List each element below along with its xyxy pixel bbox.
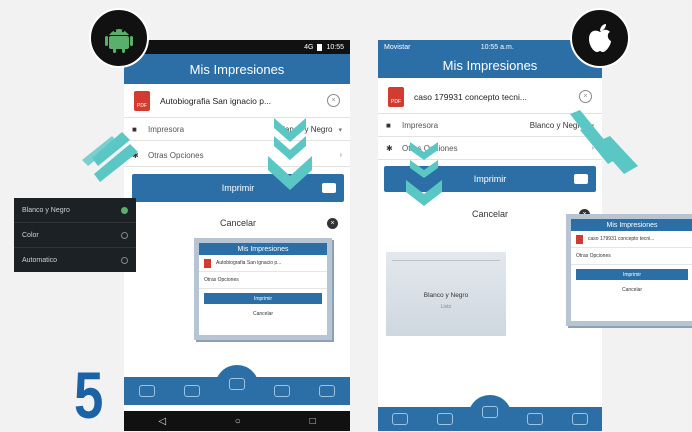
printer-label: Impresora xyxy=(402,121,439,130)
carrier-label: Movistar xyxy=(384,43,411,51)
home-icon[interactable] xyxy=(228,378,245,390)
layers-icon[interactable] xyxy=(392,413,409,425)
page-title: Mis Impresiones xyxy=(442,57,538,73)
radio-selected[interactable] xyxy=(121,206,128,214)
menu-item-label: Color xyxy=(22,231,39,239)
sheet-option[interactable]: Blanco y Negro xyxy=(386,292,506,299)
bell-icon[interactable] xyxy=(571,413,588,425)
mini-cancel-label: Cancelar xyxy=(252,311,273,317)
apple-logo-icon xyxy=(570,8,630,68)
mini-cancel-button: Cancelar xyxy=(571,284,692,296)
mini-document-row: caso 179931 concepto tecni... xyxy=(571,231,692,248)
printer-icon: ■ xyxy=(386,121,391,130)
remove-document-button[interactable]: × xyxy=(579,90,592,103)
mini-options-label: Otras Opciones xyxy=(204,277,239,283)
radio[interactable] xyxy=(121,231,128,239)
pdf-icon xyxy=(204,258,211,268)
status-time: 10:55 xyxy=(326,43,344,51)
back-icon[interactable]: ◁ xyxy=(158,416,166,427)
page-title: Mis Impresiones xyxy=(189,61,285,77)
bell-icon[interactable] xyxy=(319,385,336,397)
close-icon: × xyxy=(327,217,338,229)
battery-icon xyxy=(317,43,323,51)
layers-icon[interactable] xyxy=(138,385,155,397)
cancel-label: Cancelar xyxy=(471,209,509,219)
sheet-done[interactable]: Listo xyxy=(386,304,506,310)
android-status-bar: 4G 10:55 xyxy=(124,40,350,54)
menu-item-black-white[interactable]: Blanco y Negro xyxy=(14,198,136,223)
location-icon[interactable] xyxy=(437,413,454,425)
printer-label: Impresora xyxy=(148,125,185,134)
printer-icon xyxy=(322,183,336,193)
chevron-down-icon: ▾ xyxy=(338,126,342,134)
menu-item-label: Automatico xyxy=(22,256,58,264)
app-bar: Mis Impresiones xyxy=(124,54,350,84)
print-label: Imprimir xyxy=(221,183,255,193)
home-icon[interactable] xyxy=(481,406,498,418)
document-name: Autobiografia San ignacio p... xyxy=(160,95,272,106)
mini-document-name: Autobiografia San ignacio p... xyxy=(216,260,282,266)
sheet-handle xyxy=(392,260,500,261)
ios-mini-preview: Mis Impresiones caso 179931 concepto tec… xyxy=(566,214,692,326)
cancel-button[interactable]: Cancelar × xyxy=(132,212,344,234)
android-logo-icon xyxy=(89,8,149,68)
android-phone: 4G 10:55 Mis Impresiones PDF Autobiograf… xyxy=(124,40,350,431)
app-bar: Mis Impresiones xyxy=(378,52,602,78)
home-nav-icon[interactable]: ○ xyxy=(235,416,241,427)
print-label: Imprimir xyxy=(473,174,507,184)
pdf-icon: PDF xyxy=(134,90,150,111)
chevron-arrows-down xyxy=(268,118,312,190)
bottom-tab-bar xyxy=(124,377,350,405)
mini-options-row: Otras Opciones xyxy=(199,272,327,289)
stats-icon[interactable] xyxy=(274,385,291,397)
recents-icon[interactable]: □ xyxy=(310,416,316,427)
mini-options-row: Otras Opciones xyxy=(571,248,692,265)
radio[interactable] xyxy=(121,256,128,264)
mini-options-label: Otras Opciones xyxy=(576,253,611,259)
menu-item-color[interactable]: Color xyxy=(14,223,136,248)
mini-title: Mis Impresiones xyxy=(571,219,692,231)
mini-document-row: Autobiografia San ignacio p... xyxy=(199,255,327,272)
gear-icon: ✱ xyxy=(386,144,393,153)
mini-title: Mis Impresiones xyxy=(199,243,327,255)
android-nav-bar: ◁ ○ □ xyxy=(124,411,350,431)
ios-print-options-sheet: Blanco y Negro Listo xyxy=(386,252,506,336)
cancel-label: Cancelar xyxy=(219,218,257,228)
status-time: 10:55 a.m. xyxy=(480,43,514,51)
mini-print-button: Imprimir xyxy=(576,269,688,280)
android-mini-preview: Mis Impresiones Autobiografia San ignaci… xyxy=(194,238,332,340)
bottom-tab-bar xyxy=(378,406,602,431)
mini-print-label: Imprimir xyxy=(253,295,273,302)
mini-document-name: caso 179931 concepto tecni... xyxy=(588,236,655,242)
remove-document-button[interactable]: × xyxy=(327,94,340,107)
chevron-arrows-right xyxy=(570,110,638,174)
stats-icon[interactable] xyxy=(526,413,543,425)
step-number: 5 xyxy=(74,358,104,432)
mini-cancel-label: Cancelar xyxy=(621,287,642,293)
location-icon[interactable] xyxy=(183,385,200,397)
chevron-right-icon: › xyxy=(339,152,342,159)
chevron-arrows-down xyxy=(406,142,442,206)
menu-item-label: Blanco y Negro xyxy=(22,206,70,214)
mini-print-label: Imprimir xyxy=(622,271,642,278)
color-mode-menu: Blanco y Negro Color Automatico xyxy=(14,198,136,272)
signal-label: 4G xyxy=(304,43,314,51)
pdf-icon xyxy=(576,234,583,244)
mini-cancel-button: Cancelar xyxy=(199,308,327,320)
chevron-arrows-left xyxy=(82,132,138,182)
menu-item-auto[interactable]: Automatico xyxy=(14,248,136,272)
pdf-icon: PDF xyxy=(388,86,404,107)
mini-print-button: Imprimir xyxy=(204,293,322,304)
document-name: caso 179931 concepto tecni... xyxy=(414,91,527,102)
